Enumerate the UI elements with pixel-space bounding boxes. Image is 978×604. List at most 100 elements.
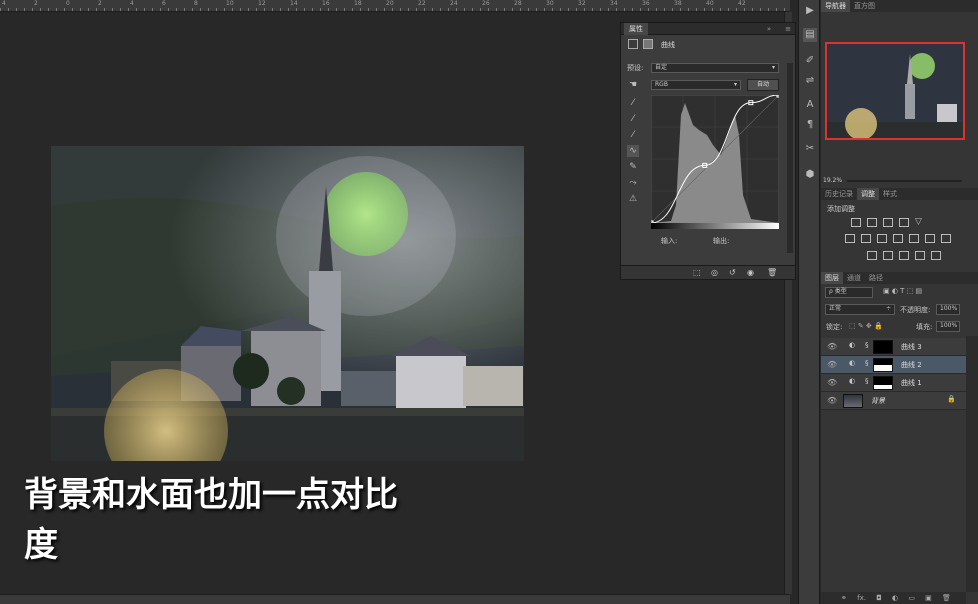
pencil-icon[interactable]: ✎ [627, 161, 639, 173]
hue-saturation-icon[interactable] [845, 234, 855, 243]
photo-filter-icon[interactable] [893, 234, 903, 243]
properties-icon[interactable]: ▤ [803, 28, 817, 42]
panel-menu-icon[interactable]: ≡ [785, 25, 791, 33]
gray-point-eyedropper-icon[interactable]: ⁄ [627, 113, 639, 125]
invert-icon[interactable] [941, 234, 951, 243]
document-image[interactable] [51, 146, 524, 461]
visibility-icon[interactable]: ◉ [747, 268, 754, 277]
vibrance-icon[interactable]: ▽ [915, 218, 925, 227]
tab-layers[interactable]: 图层 [821, 272, 843, 284]
ruler-label: 38 [674, 0, 682, 7]
layer-row[interactable]: 👁 背景 🔒 [821, 392, 966, 410]
layer-row[interactable]: 👁 ◐ § 曲线 3 [821, 338, 966, 356]
canvas-horizontal-scrollbar[interactable] [0, 594, 790, 604]
navigator-thumbnail [827, 44, 963, 138]
clip-to-layer-icon[interactable]: ⬚ [693, 268, 701, 277]
fx-icon[interactable]: fx. [857, 594, 866, 602]
blend-mode-select[interactable]: 正常 ÷ [825, 304, 895, 315]
paragraph-icon[interactable]: ¶ [803, 118, 817, 132]
preset-select[interactable]: 自定 ▾ [651, 63, 779, 73]
color-balance-icon[interactable] [861, 234, 871, 243]
tab-navigator[interactable]: 导航器 [821, 0, 850, 12]
tab-adjustments[interactable]: 调整 [857, 188, 879, 200]
black-point-eyedropper-icon[interactable]: ⁄ [627, 97, 639, 109]
layers-tabs: 图层 通道 路径 [821, 272, 978, 284]
layer-row-selected[interactable]: 👁 ◐ § 曲线 2 [821, 356, 966, 374]
lock-icon: 🔒 [947, 395, 956, 403]
tab-history[interactable]: 历史记录 [821, 188, 857, 200]
channel-select[interactable]: RGB ▾ [651, 80, 741, 90]
curve-edit-icon[interactable]: ∿ [627, 145, 639, 157]
curves-icon[interactable] [883, 218, 893, 227]
brightness-icon[interactable] [851, 218, 861, 227]
play-icon[interactable]: ▶ [803, 4, 817, 18]
shadows-icon[interactable] [931, 251, 941, 260]
smooth-icon[interactable]: ⤳ [627, 177, 639, 189]
new-layer-icon[interactable]: ▣ [925, 594, 932, 602]
hand-adjust-icon[interactable]: ☚ [627, 79, 639, 91]
tool-presets-icon[interactable]: ✂ [803, 142, 817, 156]
tab-histogram[interactable]: 直方图 [850, 0, 879, 12]
zoom-slider[interactable] [847, 180, 962, 182]
adjustment-layer-icon: ◐ [849, 359, 856, 367]
clipping-warning-icon[interactable]: ⚠ [627, 193, 639, 205]
character-icon[interactable]: A [803, 98, 817, 112]
visibility-eye-icon[interactable]: 👁 [827, 378, 837, 387]
layers-scrollbar[interactable] [966, 336, 978, 592]
selective-color-icon[interactable] [915, 251, 925, 260]
new-adjustment-icon[interactable]: ◐ [892, 594, 898, 602]
add-mask-icon[interactable]: ◘ [876, 594, 882, 602]
tab-paths[interactable]: 路径 [865, 272, 887, 284]
tab-properties[interactable]: 属性 [624, 22, 648, 35]
curves-graph[interactable] [651, 95, 779, 223]
link-icon[interactable]: § [865, 341, 869, 349]
fill-input[interactable]: 100% [936, 321, 960, 332]
visibility-eye-icon[interactable]: 👁 [827, 396, 837, 405]
channel-mixer-icon[interactable] [909, 234, 919, 243]
lock-label: 锁定: [826, 323, 843, 331]
collapse-icon[interactable]: » [767, 25, 771, 33]
view-previous-icon[interactable]: ◎ [711, 268, 718, 277]
3d-icon[interactable]: ⬢ [803, 168, 817, 182]
link-icon[interactable]: § [865, 359, 869, 367]
caption-line-1: 背景和水面也加一点对比 [24, 475, 398, 515]
posterize-icon[interactable] [867, 251, 877, 260]
layer-mask-thumbnail[interactable] [873, 340, 893, 354]
layer-mask-thumbnail[interactable] [873, 358, 893, 372]
link-layers-icon[interactable]: ⚭ [841, 594, 847, 602]
delete-layer-icon[interactable]: 🗑 [942, 594, 951, 602]
brush-icon[interactable]: ✐ [803, 54, 817, 68]
threshold-icon[interactable] [883, 251, 893, 260]
navigator-preview[interactable] [825, 42, 965, 140]
ruler-label: 4 [2, 0, 6, 7]
input-gradient-bar [651, 223, 779, 229]
levels-icon[interactable] [867, 218, 877, 227]
tab-channels[interactable]: 通道 [843, 272, 865, 284]
layer-row[interactable]: 👁 ◐ § 曲线 1 [821, 374, 966, 392]
visibility-eye-icon[interactable]: 👁 [827, 342, 837, 351]
gradient-map-icon[interactable] [899, 251, 909, 260]
layer-mask-thumbnail[interactable] [873, 376, 893, 390]
caption-line-2: 度 [24, 525, 58, 565]
exposure-icon[interactable] [899, 218, 909, 227]
link-icon[interactable]: § [865, 377, 869, 385]
delete-icon[interactable]: 🗑 [767, 268, 777, 277]
lock-icons[interactable]: ⬚ ✎ ✥ 🔒 [849, 322, 883, 330]
visibility-eye-icon[interactable]: 👁 [827, 360, 837, 369]
adjustment-title: 曲线 [661, 41, 675, 49]
color-lookup-icon[interactable] [925, 234, 935, 243]
black-white-icon[interactable] [877, 234, 887, 243]
layer-filter-select[interactable]: ρ 类型 [825, 287, 873, 298]
layer-mask-icon[interactable] [643, 39, 653, 49]
brush-preset-icon[interactable]: ⇌ [803, 74, 817, 88]
properties-scrollbar[interactable] [787, 63, 793, 253]
new-group-icon[interactable]: ▭ [908, 594, 915, 602]
white-point-eyedropper-icon[interactable]: ⁄ [627, 129, 639, 141]
tab-styles[interactable]: 样式 [879, 188, 901, 200]
opacity-input[interactable]: 100% [936, 304, 960, 315]
ruler-label: 22 [418, 0, 426, 7]
layer-thumbnail[interactable] [843, 394, 863, 408]
reset-icon[interactable]: ↺ [729, 268, 736, 277]
auto-button[interactable]: 自动 [747, 79, 779, 91]
layer-filter-icons[interactable]: ▣ ◐ T ⬚ ▤ [883, 287, 922, 295]
